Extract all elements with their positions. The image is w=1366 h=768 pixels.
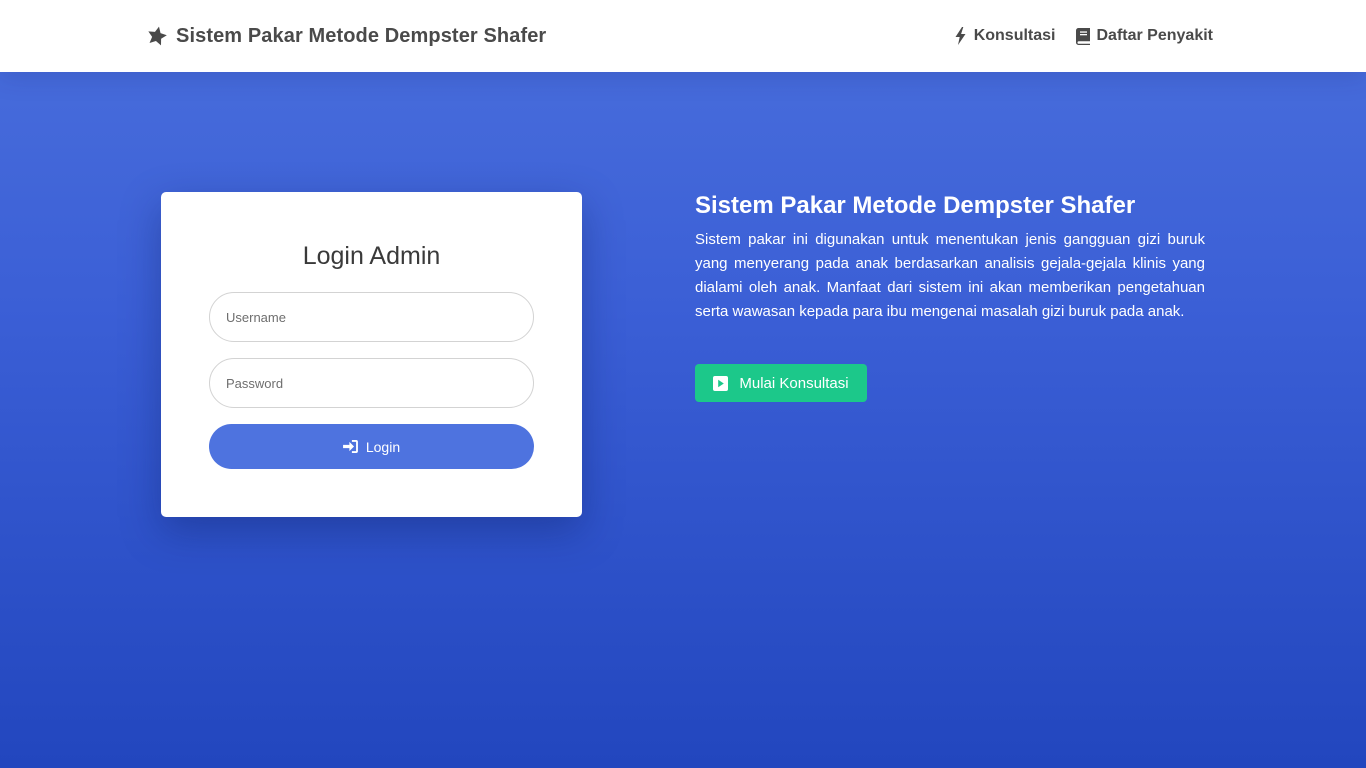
navbar-links: Konsultasi Daftar Penyakit	[954, 24, 1213, 48]
start-button-label: Mulai Konsultasi	[739, 374, 849, 392]
password-input[interactable]	[209, 358, 534, 408]
bolt-icon	[954, 27, 967, 45]
nav-link-label: Daftar Penyakit	[1096, 27, 1214, 44]
brand-title: Sistem Pakar Metode Dempster Shafer	[176, 24, 547, 47]
nav-link-konsultasi[interactable]: Konsultasi	[954, 27, 1056, 45]
nav-link-daftar-penyakit[interactable]: Daftar Penyakit	[1075, 27, 1214, 45]
start-consultation-button[interactable]: Mulai Konsultasi	[695, 364, 867, 402]
nav-link-label: Konsultasi	[973, 27, 1056, 44]
login-button-label: Login	[365, 438, 401, 455]
sign-in-icon	[342, 440, 358, 453]
username-input[interactable]	[209, 292, 534, 342]
hero-section: Sistem Pakar Metode Dempster Shafer Sist…	[695, 192, 1205, 402]
navbar-brand[interactable]: Sistem Pakar Metode Dempster Shafer	[146, 22, 546, 50]
star-icon	[146, 25, 168, 47]
top-navbar: Sistem Pakar Metode Dempster Shafer Kons…	[0, 0, 1366, 72]
hero-title: Sistem Pakar Metode Dempster Shafer	[695, 192, 1136, 219]
book-icon	[1075, 27, 1090, 45]
play-square-icon	[713, 375, 729, 391]
hero-description: Sistem pakar ini digunakan untuk menentu…	[695, 231, 1205, 320]
login-card: Login Admin Login	[161, 192, 582, 517]
login-title: Login Admin	[302, 242, 441, 270]
login-button[interactable]: Login	[209, 424, 534, 469]
